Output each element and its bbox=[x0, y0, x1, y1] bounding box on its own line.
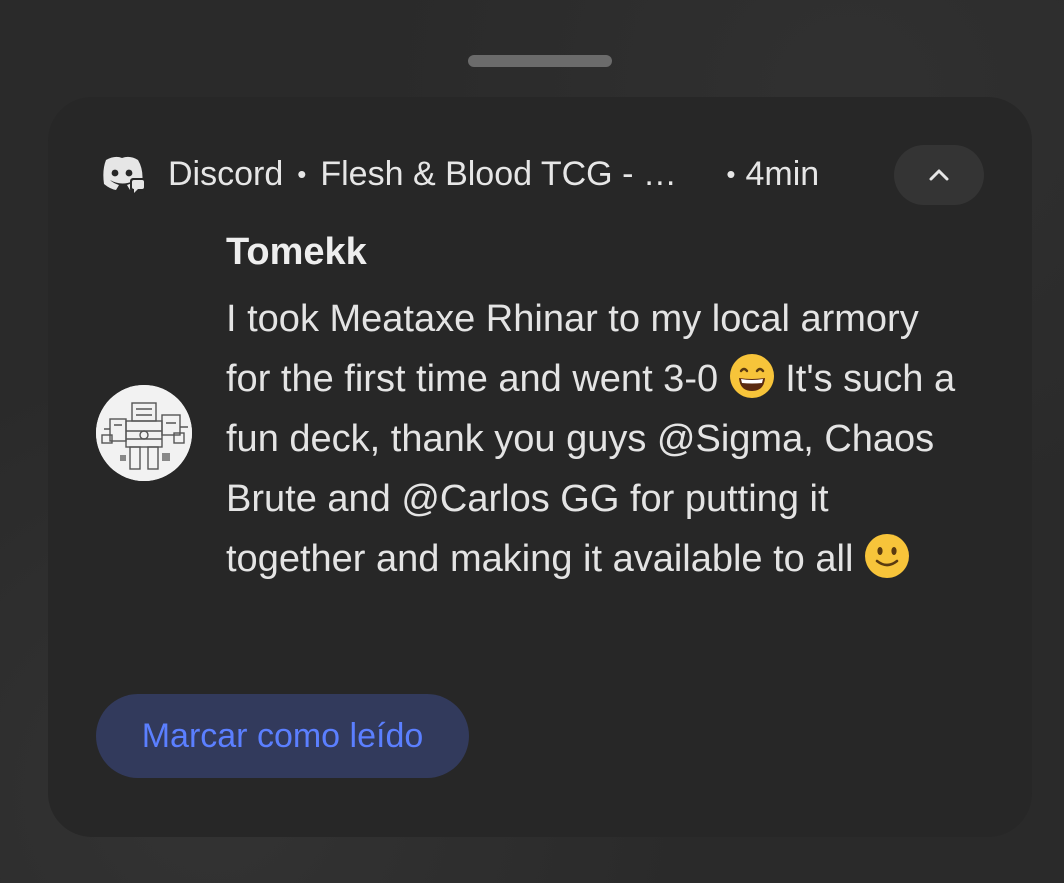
discord-icon bbox=[103, 156, 146, 193]
notification-header: Discord • Flesh & Blood TCG - Community … bbox=[100, 149, 819, 199]
grinning-face-emoji bbox=[729, 354, 774, 398]
timestamp: 4min bbox=[745, 154, 820, 193]
separator-dot: • bbox=[297, 159, 307, 189]
mark-as-read-button[interactable]: Marcar como leído bbox=[96, 694, 469, 778]
sender-name: Tomekk bbox=[226, 231, 367, 273]
notification-card[interactable]: Discord • Flesh & Blood TCG - Community … bbox=[48, 97, 1032, 837]
robot-mech-avatar bbox=[96, 385, 192, 481]
channel-name: Flesh & Blood TCG - Community bbox=[320, 154, 696, 193]
avatar bbox=[96, 385, 192, 481]
slightly-smiling-face-emoji bbox=[864, 534, 909, 578]
separator-dot: • bbox=[726, 159, 736, 189]
message-body: I took Meataxe Rhinar to my local armory… bbox=[226, 289, 966, 589]
chevron-up-icon bbox=[929, 169, 949, 181]
drag-handle[interactable] bbox=[468, 55, 612, 67]
collapse-button[interactable] bbox=[894, 145, 984, 205]
app-name: Discord bbox=[168, 154, 284, 193]
